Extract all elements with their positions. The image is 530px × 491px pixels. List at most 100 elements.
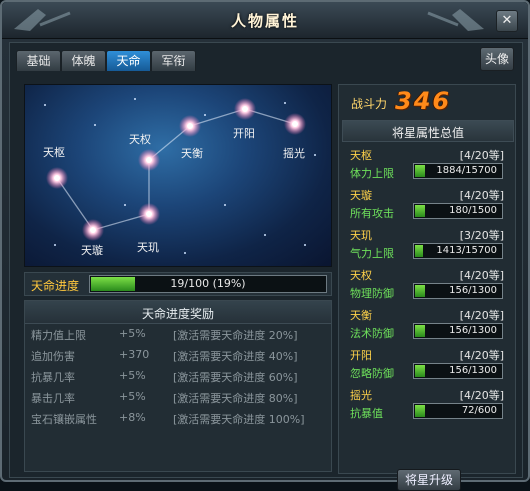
star-stat-tianheng: 天衡 [4/20等] 法术防御 156/1300 xyxy=(344,305,510,343)
reward-value: +370 xyxy=(119,348,150,361)
star-label-tianquan: 天权 xyxy=(129,133,151,146)
reward-value: +5% xyxy=(119,327,146,340)
combat-power-value: 346 xyxy=(395,87,452,115)
star-attr: 气力上限 xyxy=(350,247,394,260)
star-label-tianji: 天玑 xyxy=(137,241,159,254)
star-stat-tianxuan: 天璇 [4/20等] 所有攻击 180/1500 xyxy=(344,185,510,223)
fate-reward-panel: 天命进度奖励 精力值上限 +5% [激活需要天命进度 20%] 追加伤害 +37… xyxy=(24,300,332,472)
star-progress-text: 156/1300 xyxy=(449,285,497,296)
combat-power-label: 战斗力 xyxy=(351,97,388,111)
star-label-yaoguang: 摇光 xyxy=(283,146,305,160)
reward-value: +5% xyxy=(119,369,146,382)
constellation-map: 天枢 天璇 天玑 天权 天衡 开阳 摇光 xyxy=(24,84,332,267)
star-level: [4/20等] xyxy=(459,149,504,162)
star-tianji[interactable]: 天玑 xyxy=(137,203,160,254)
star-level: [4/20等] xyxy=(459,389,504,402)
character-attributes-window: 人物属性 ✕ 基础 体魄 天命 军衔 头像 天枢 天璇 天玑 天权 天衡 开阳 … xyxy=(0,0,530,491)
star-level: [3/20等] xyxy=(459,229,504,242)
star-yaoguang[interactable]: 摇光 xyxy=(283,113,306,160)
star-progress-bar: 72/600 xyxy=(413,403,503,419)
star-name: 开阳 xyxy=(350,349,372,362)
reward-title: 天命进度奖励 xyxy=(141,307,214,321)
reward-row: 暴击几率 +5% [激活需要天命进度 80%] xyxy=(31,390,329,410)
star-attributes-panel: 战斗力 346 将星属性总值 天枢 [4/20等] 体力上限 1884/1570… xyxy=(338,84,516,491)
close-button[interactable]: ✕ xyxy=(496,10,518,32)
reward-requirement: [激活需要天命进度 40%] xyxy=(173,350,298,363)
fate-progress-label: 天命进度 xyxy=(31,279,80,293)
reward-row: 宝石镶嵌属性 +8% [激活需要天命进度 100%] xyxy=(31,411,329,431)
constellation-lines xyxy=(56,108,296,231)
star-tianquan[interactable]: 天权 xyxy=(129,133,160,171)
reward-row: 精力值上限 +5% [激活需要天命进度 20%] xyxy=(31,327,329,347)
tab-fate[interactable]: 天命 xyxy=(106,50,151,71)
fate-progress-row: 天命进度 19/100 (19%) xyxy=(24,272,332,296)
reward-attr: 抗暴几率 xyxy=(31,371,75,384)
reward-attr: 宝石镶嵌属性 xyxy=(31,413,97,426)
star-progress-text: 1413/15700 xyxy=(436,245,497,256)
reward-attr: 追加伤害 xyxy=(31,350,75,363)
star-attr: 物理防御 xyxy=(350,287,394,300)
reward-row: 追加伤害 +370 [激活需要天命进度 40%] xyxy=(31,348,329,368)
title-bar[interactable]: 人物属性 ✕ xyxy=(2,2,528,39)
star-name: 天衡 xyxy=(350,309,372,322)
summary-title: 将星属性总值 xyxy=(391,126,464,140)
constellation-svg: 天枢 天璇 天玑 天权 天衡 开阳 摇光 xyxy=(43,98,316,257)
star-level: [4/20等] xyxy=(459,269,504,282)
star-progress-bar: 156/1300 xyxy=(413,283,503,299)
star-tianheng[interactable]: 天衡 xyxy=(179,115,203,160)
reward-header: 天命进度奖励 xyxy=(25,301,331,324)
star-progress-bar: 1884/15700 xyxy=(413,163,503,179)
window-title: 人物属性 xyxy=(230,12,299,30)
star-name: 摇光 xyxy=(350,389,372,402)
star-label-tianheng: 天衡 xyxy=(181,147,203,160)
star-upgrade-button[interactable]: 将星升级 xyxy=(397,469,461,491)
star-progress-bar: 156/1300 xyxy=(413,363,503,379)
reward-value: +8% xyxy=(119,411,146,424)
star-name: 天璇 xyxy=(350,189,372,202)
star-tianshu[interactable]: 天枢 xyxy=(43,145,68,189)
star-progress-text: 72/600 xyxy=(461,405,497,416)
tab-basic[interactable]: 基础 xyxy=(16,50,61,71)
reward-value: +5% xyxy=(119,390,146,403)
reward-requirement: [激活需要天命进度 100%] xyxy=(173,413,305,426)
star-label-tianshu: 天枢 xyxy=(43,145,65,159)
summary-header: 将星属性总值 xyxy=(342,120,514,142)
star-progress-bar: 180/1500 xyxy=(413,203,503,219)
tab-physique[interactable]: 体魄 xyxy=(61,50,106,71)
star-attr: 忽略防御 xyxy=(350,367,394,380)
fate-progress-text: 19/100 (19%) xyxy=(170,277,246,290)
star-progress-text: 156/1300 xyxy=(449,365,497,376)
star-attr: 所有攻击 xyxy=(350,207,394,220)
star-name: 天玑 xyxy=(350,229,372,242)
content-panel: 基础 体魄 天命 军衔 头像 天枢 天璇 天玑 天权 天衡 开阳 摇光 天命进度… xyxy=(9,42,523,491)
star-name: 天枢 xyxy=(350,149,372,162)
star-kaiyang[interactable]: 开阳 xyxy=(233,98,256,140)
star-attr: 体力上限 xyxy=(350,167,394,180)
star-tianxuan[interactable]: 天璇 xyxy=(81,219,104,257)
reward-attr: 暴击几率 xyxy=(31,392,75,405)
star-progress-text: 1884/15700 xyxy=(436,165,497,176)
tab-rank[interactable]: 军衔 xyxy=(151,50,196,71)
star-progress-bar: 1413/15700 xyxy=(413,243,503,259)
star-progress-bar: 156/1300 xyxy=(413,323,503,339)
star-label-kaiyang: 开阳 xyxy=(233,127,255,140)
star-name: 天权 xyxy=(350,269,372,282)
close-icon: ✕ xyxy=(501,13,513,28)
reward-row: 抗暴几率 +5% [激活需要天命进度 60%] xyxy=(31,369,329,389)
star-stat-yaoguang: 摇光 [4/20等] 抗暴值 72/600 xyxy=(344,385,510,423)
star-progress-text: 156/1300 xyxy=(449,325,497,336)
portrait-button[interactable]: 头像 xyxy=(480,47,514,71)
star-stat-tianji: 天玑 [3/20等] 气力上限 1413/15700 xyxy=(344,225,510,263)
reward-requirement: [激活需要天命进度 20%] xyxy=(173,329,298,342)
reward-requirement: [激活需要天命进度 60%] xyxy=(173,371,298,384)
star-level: [4/20等] xyxy=(459,349,504,362)
star-progress-text: 180/1500 xyxy=(449,205,497,216)
star-attr: 法术防御 xyxy=(350,327,394,340)
star-level: [4/20等] xyxy=(459,189,504,202)
reward-requirement: [激活需要天命进度 80%] xyxy=(173,392,298,405)
star-label-tianxuan: 天璇 xyxy=(81,244,103,257)
fate-progress-bar: 19/100 (19%) xyxy=(89,275,327,293)
star-level: [4/20等] xyxy=(459,309,504,322)
star-stat-tianquan: 天权 [4/20等] 物理防御 156/1300 xyxy=(344,265,510,303)
star-stat-tianshu: 天枢 [4/20等] 体力上限 1884/15700 xyxy=(344,145,510,183)
